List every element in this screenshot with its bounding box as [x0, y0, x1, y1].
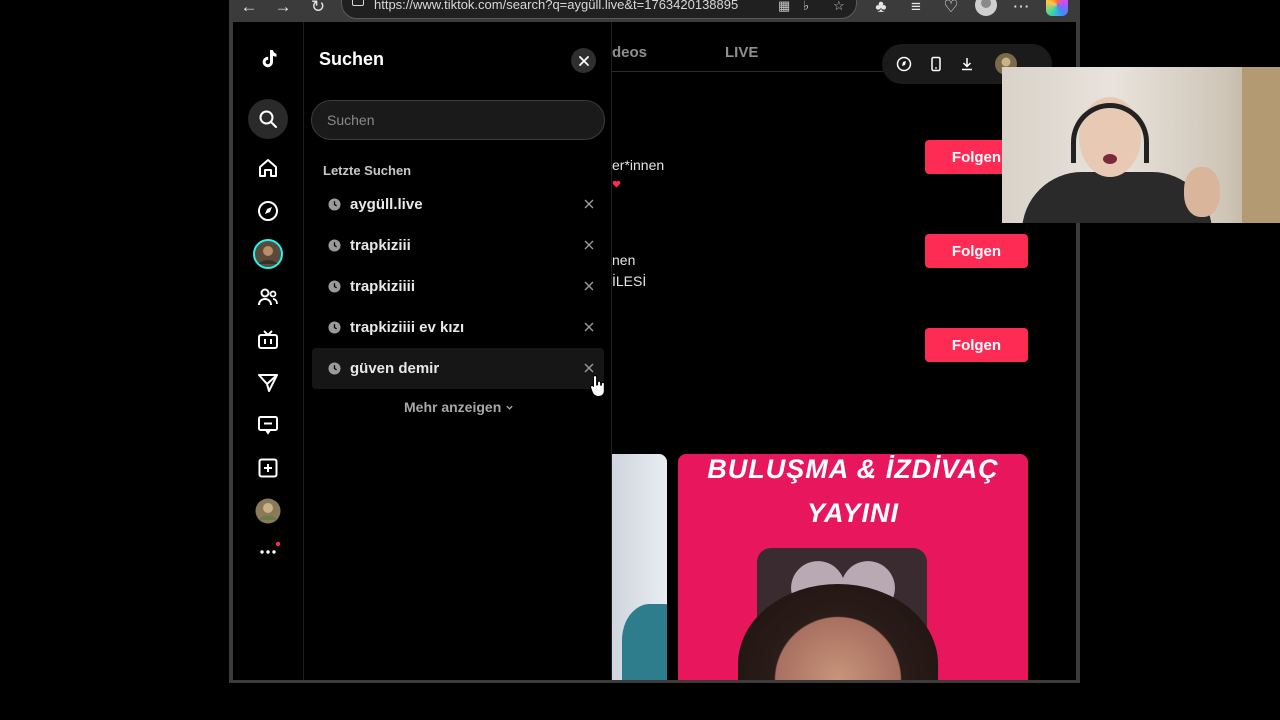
heart-icon: [612, 180, 621, 188]
thumbnail-title-line: YAYINI: [806, 498, 899, 528]
left-nav: [233, 22, 304, 680]
download-icon[interactable]: [959, 56, 975, 72]
messages-icon[interactable]: [248, 363, 288, 403]
profile-avatar-nav[interactable]: [248, 491, 288, 531]
person-hand: [1184, 167, 1220, 217]
explore-icon[interactable]: [248, 191, 288, 231]
recent-searches-heading: Letzte Suchen: [323, 163, 412, 178]
search-icon[interactable]: [248, 99, 288, 139]
live-icon[interactable]: [248, 320, 288, 360]
site-info-icon[interactable]: [352, 0, 364, 6]
chevron-down-icon: [506, 405, 513, 410]
recent-search-text: aygüll.live: [350, 196, 423, 213]
remove-icon[interactable]: [582, 361, 596, 375]
remove-icon[interactable]: [582, 197, 596, 211]
profile-avatar[interactable]: [975, 0, 997, 16]
extensions-icon[interactable]: ♣: [870, 0, 892, 18]
close-panel-button[interactable]: [571, 48, 596, 73]
webcam-overlay: [1002, 67, 1280, 223]
recent-search-item[interactable]: trapkiziiii ev kızı: [312, 307, 604, 348]
clock-icon: [328, 362, 341, 375]
live-thumbnail[interactable]: BULUŞMA & İZDİVAÇ YAYINI: [678, 454, 1028, 680]
upload-icon[interactable]: [248, 448, 288, 488]
search-panel: Suchen Letzte Suchen aygüll.live trapkiz…: [304, 22, 612, 680]
page-viewport: Suchen Letzte Suchen aygüll.live trapkiz…: [233, 22, 1076, 680]
recent-search-text: trapkiziiii ev kızı: [350, 319, 465, 336]
reload-icon[interactable]: ↻: [307, 0, 329, 18]
following-avatar[interactable]: [248, 234, 288, 274]
result-description-text: İLESİ: [612, 273, 647, 289]
show-more-button[interactable]: Mehr anzeigen: [404, 399, 514, 415]
copilot-icon[interactable]: [1046, 0, 1068, 16]
clock-icon: [328, 239, 341, 252]
recent-search-text: trapkiziiii: [350, 278, 416, 295]
recent-search-item[interactable]: aygüll.live: [312, 184, 604, 225]
tab-live[interactable]: LIVE: [725, 44, 758, 61]
recent-search-item[interactable]: güven demir: [312, 348, 604, 389]
close-icon: [578, 55, 589, 66]
remove-icon[interactable]: [582, 238, 596, 252]
favorite-star-icon[interactable]: ☆: [833, 0, 845, 14]
panel-title: Suchen: [319, 49, 385, 69]
forward-arrow-icon[interactable]: →: [272, 0, 294, 18]
phone-icon[interactable]: [928, 56, 944, 72]
tab-videos[interactable]: deos: [612, 44, 647, 61]
recent-search-text: trapkiziii: [350, 237, 411, 254]
result-follower-text: er*innen: [612, 157, 665, 173]
inbox-icon[interactable]: [248, 405, 288, 445]
menu-dots-icon[interactable]: ⋯: [1010, 0, 1032, 18]
recent-searches-list: aygüll.live trapkiziii trapkiziiii trapk…: [312, 184, 604, 389]
address-bar[interactable]: https://www.tiktok.com/search?q=aygüll.l…: [341, 0, 857, 19]
person-mouth: [1103, 154, 1117, 164]
clock-icon: [328, 321, 341, 334]
favorites-list-icon[interactable]: ≡: [905, 0, 927, 18]
clock-icon: [328, 198, 341, 211]
browser-toolbar: ← → ↻ https://www.tiktok.com/search?q=ay…: [229, 0, 1080, 22]
friends-icon[interactable]: [248, 277, 288, 317]
compass-icon[interactable]: [896, 56, 912, 72]
recent-search-text: güven demir: [350, 360, 440, 377]
tiktok-logo-icon[interactable]: [248, 39, 288, 79]
search-input[interactable]: [311, 100, 605, 140]
hand-cursor-icon: [590, 374, 605, 398]
show-more-label: Mehr anzeigen: [404, 399, 502, 415]
read-aloud-icon[interactable]: ♭: [803, 0, 809, 14]
url-text: https://www.tiktok.com/search?q=aygüll.l…: [374, 0, 739, 12]
recent-search-item[interactable]: trapkiziii: [312, 225, 604, 266]
browser-window: ← → ↻ https://www.tiktok.com/search?q=ay…: [229, 0, 1080, 683]
follow-button[interactable]: Folgen: [925, 328, 1028, 362]
more-icon[interactable]: [248, 531, 288, 571]
browser-essentials-icon[interactable]: ♡: [940, 0, 962, 18]
remove-icon[interactable]: [582, 279, 596, 293]
background-door: [1242, 67, 1280, 223]
recent-search-item[interactable]: trapkiziiii: [312, 266, 604, 307]
clock-icon: [328, 280, 341, 293]
split-screen-icon[interactable]: ▦: [778, 0, 790, 14]
remove-icon[interactable]: [582, 320, 596, 334]
follow-button[interactable]: Folgen: [925, 234, 1028, 268]
home-icon[interactable]: [248, 148, 288, 188]
video-thumbnail[interactable]: [612, 454, 667, 680]
back-arrow-icon[interactable]: ←: [238, 0, 260, 18]
thumbnail-title-line: BULUŞMA & İZDİVAÇ: [707, 454, 999, 484]
result-follower-text: nen: [612, 252, 636, 268]
